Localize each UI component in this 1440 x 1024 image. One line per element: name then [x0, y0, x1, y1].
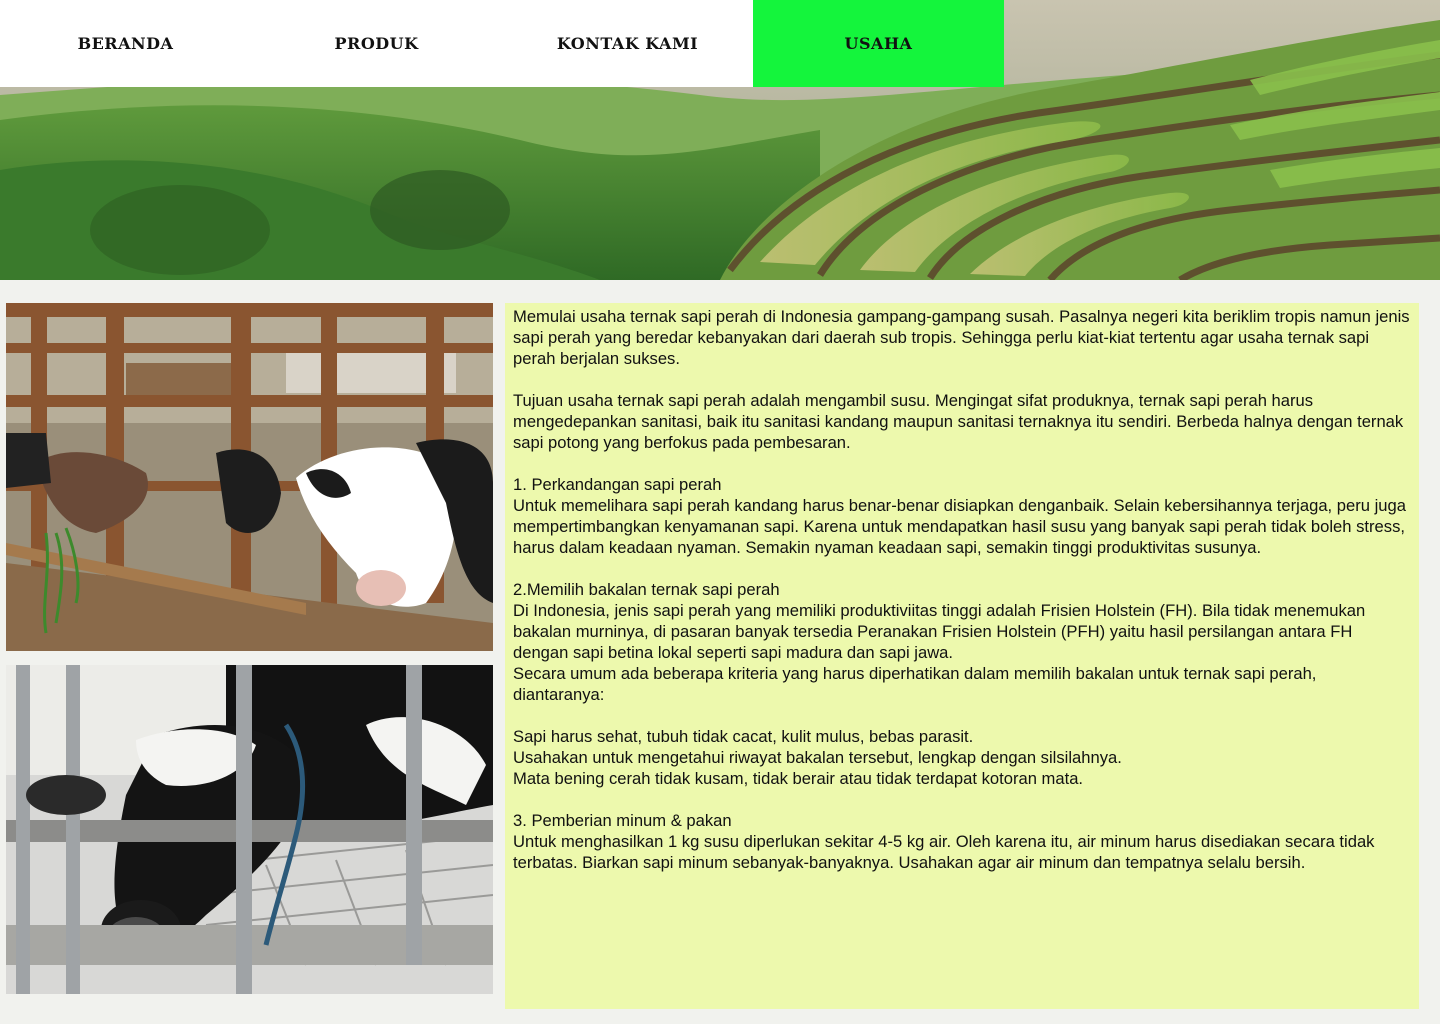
article-panel: Memulai usaha ternak sapi perah di Indon…	[505, 303, 1419, 1009]
nav-item-usaha[interactable]: USAHA	[753, 0, 1004, 87]
section-heading: 1. Perkandangan sapi perah	[513, 475, 722, 494]
criteria-item: Sapi harus sehat, tubuh tidak cacat, kul…	[513, 727, 974, 746]
criteria-list: Sapi harus sehat, tubuh tidak cacat, kul…	[513, 726, 1411, 789]
criteria-intro: Secara umum ada beberapa kriteria yang h…	[513, 664, 1317, 704]
cows-stall-photo	[6, 303, 493, 651]
section-perkandangan: 1. Perkandangan sapi perah Untuk memelih…	[513, 474, 1411, 558]
holstein-cow-eating-image	[6, 665, 493, 994]
criteria-item: Usahakan untuk mengetahui riwayat bakala…	[513, 748, 1122, 767]
section-body: Untuk memelihara sapi perah kandang haru…	[513, 496, 1406, 557]
section-pemberian-minum: 3. Pemberian minum & pakan Untuk menghas…	[513, 810, 1411, 873]
holstein-cow-photo	[6, 665, 493, 994]
article-purpose: Tujuan usaha ternak sapi perah adalah me…	[513, 391, 1404, 452]
cows-in-wooden-stall-image	[6, 303, 493, 651]
nav-item-produk[interactable]: PRODUK	[251, 0, 502, 87]
nav-item-beranda[interactable]: BERANDA	[0, 0, 251, 87]
main-nav: BERANDA PRODUK KONTAK KAMI USAHA	[0, 0, 1004, 87]
section-body: Untuk menghasilkan 1 kg susu diperlukan …	[513, 832, 1375, 872]
criteria-item: Mata bening cerah tidak kusam, tidak ber…	[513, 769, 1084, 788]
section-heading: 3. Pemberian minum & pakan	[513, 811, 732, 830]
section-heading: 2.Memilih bakalan ternak sapi perah	[513, 580, 780, 599]
article-intro: Memulai usaha ternak sapi perah di Indon…	[513, 307, 1410, 368]
section-memilih-bakalan: 2.Memilih bakalan ternak sapi perah Di I…	[513, 579, 1411, 705]
section-body: Di Indonesia, jenis sapi perah yang memi…	[513, 601, 1366, 662]
nav-item-kontak-kami[interactable]: KONTAK KAMI	[502, 0, 753, 87]
